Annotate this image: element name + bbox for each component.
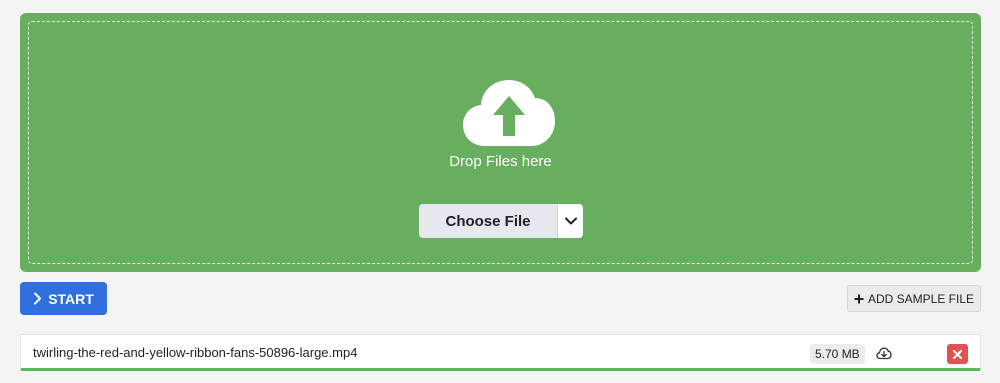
file-size-badge: 5.70 MB [810,344,865,364]
choose-file-group: Choose File [419,204,583,238]
cloud-download-button[interactable] [874,344,894,362]
choose-file-button[interactable]: Choose File [419,204,557,238]
drop-files-text: Drop Files here [449,153,552,170]
remove-file-button[interactable] [947,344,968,364]
file-list-item: twirling-the-red-and-yellow-ribbon-fans-… [20,334,981,371]
cloud-upload-icon [463,80,555,146]
close-icon [953,349,962,359]
cloud-download-icon [876,347,892,359]
file-name: twirling-the-red-and-yellow-ribbon-fans-… [33,345,358,360]
chevron-down-icon [564,217,577,225]
chevron-right-icon [34,292,42,305]
add-sample-file-button[interactable]: ADD SAMPLE FILE [847,285,981,312]
start-label: START [48,290,94,307]
plus-icon [854,294,864,303]
file-dropzone[interactable]: Drop Files here Choose File [20,13,981,272]
add-sample-file-label: ADD SAMPLE FILE [867,291,975,306]
choose-file-dropdown-button[interactable] [557,204,583,238]
dropzone-dashed-border: Drop Files here Choose File [28,21,973,264]
start-button[interactable]: START [20,282,107,315]
